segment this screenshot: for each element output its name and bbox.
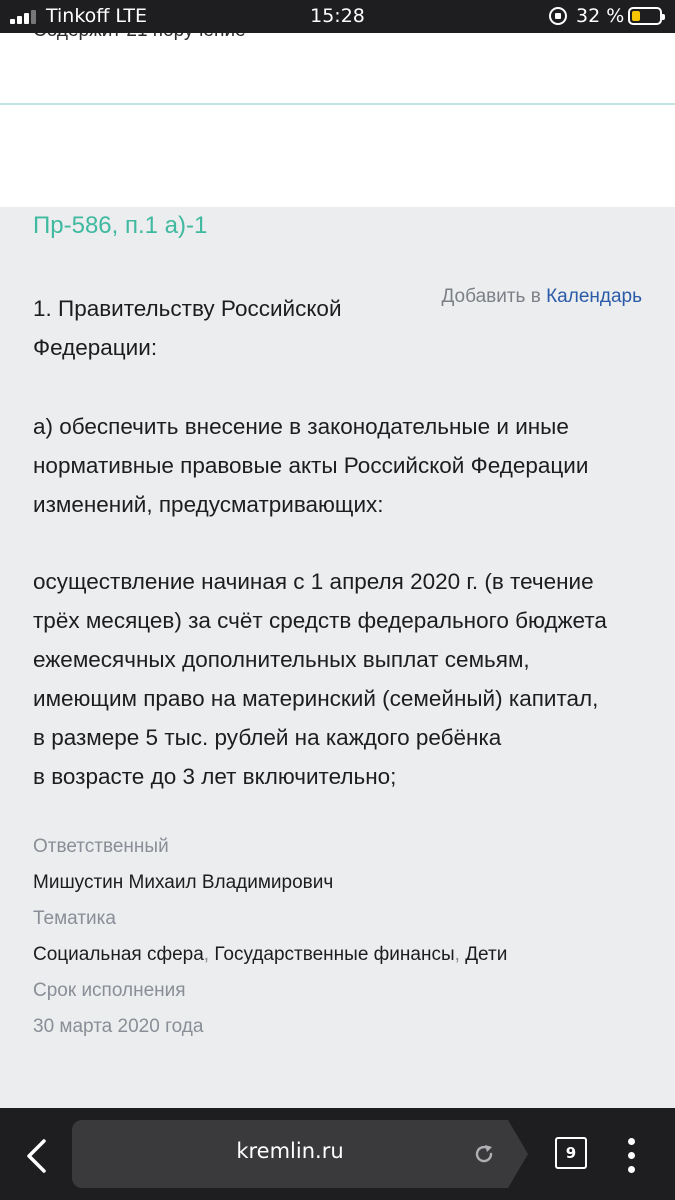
text-line: осуществление начиная с 1 апреля 2020 г.…	[33, 569, 594, 594]
text-line: изменений, предусматривающих:	[33, 492, 384, 517]
topic-link[interactable]: Дети	[465, 944, 507, 965]
topic-separator: ,	[454, 944, 466, 965]
address-bar-arrow	[508, 1120, 528, 1188]
browser-toolbar: kremlin.ru 9	[0, 1108, 675, 1200]
url-text: kremlin.ru	[236, 1139, 344, 1163]
text-line: а) обеспечить внесение в законодательные…	[33, 414, 569, 439]
divider	[0, 103, 675, 105]
responsible-value[interactable]: Мишустин Михаил Владимирович	[33, 872, 333, 894]
responsible-label: Ответственный	[33, 836, 169, 857]
rotation-lock-icon	[549, 7, 567, 25]
deadline-label: Срок исполнения	[33, 980, 186, 1001]
text-line: в возрасте до 3 лет включительно;	[33, 764, 397, 789]
status-bar: Tinkoff LTE 15:28 32 %	[0, 0, 675, 33]
more-icon[interactable]	[628, 1138, 636, 1174]
clock: 15:28	[310, 5, 365, 27]
battery-percent: 32 %	[576, 5, 625, 27]
text-line: Федерации:	[33, 335, 158, 360]
topics-list: Социальная сфера, Государственные финанс…	[33, 944, 507, 966]
text-line: трёх месяцев) за счёт средств федерально…	[33, 608, 607, 633]
text-line: имеющим право на материнский (семейный) …	[33, 686, 599, 711]
back-icon[interactable]	[24, 1138, 50, 1174]
text-line: ежемесячных дополнительных выплат семьям…	[33, 647, 530, 672]
instruction-paragraph-3: осуществление начиная с 1 апреля 2020 г.…	[33, 562, 643, 796]
instruction-code-link[interactable]: Пр-586, п.1 а)-1	[33, 212, 207, 240]
tabs-icon[interactable]: 9	[555, 1137, 587, 1169]
topic-link[interactable]: Социальная сфера	[33, 944, 204, 965]
instruction-paragraph-1: 1. Правительству Российской Федерации:	[33, 289, 643, 367]
battery-fill	[632, 11, 640, 21]
text-line: 1. Правительству Российской	[33, 296, 342, 321]
battery-icon	[628, 7, 665, 25]
topic-link[interactable]: Государственные финансы	[214, 944, 454, 965]
address-bar[interactable]: kremlin.ru	[72, 1120, 508, 1188]
topics-label: Тематика	[33, 908, 116, 929]
deadline-value: 30 марта 2020 года	[33, 1016, 204, 1037]
text-line: в размере 5 тыс. рублей на каждого ребён…	[33, 725, 502, 750]
topic-separator: ,	[203, 944, 215, 965]
reload-icon[interactable]	[473, 1143, 495, 1165]
instruction-paragraph-2: а) обеспечить внесение в законодательные…	[33, 407, 643, 524]
text-line: нормативные правовые акты Российской Фед…	[33, 453, 589, 478]
